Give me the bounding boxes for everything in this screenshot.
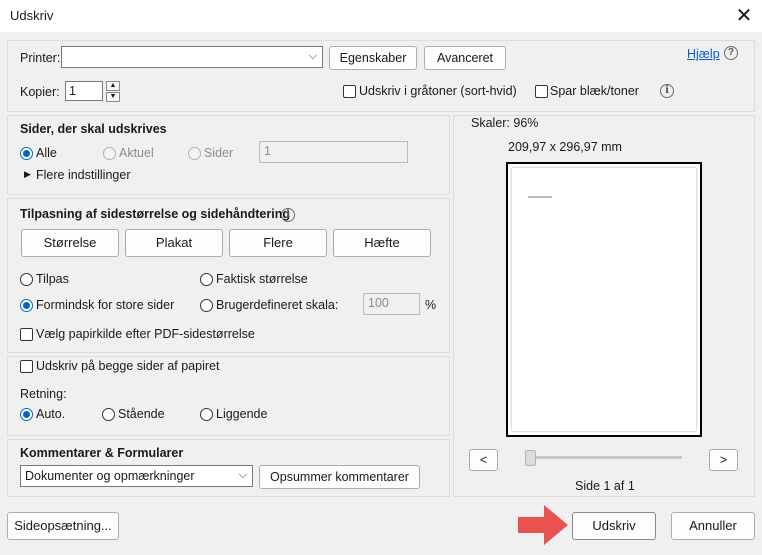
preview-frame — [506, 162, 702, 437]
percent-sign: % — [425, 298, 437, 312]
tab-booklet-button[interactable]: Hæfte — [333, 229, 431, 257]
orientation-auto-radio[interactable] — [20, 408, 33, 421]
pages-range-input[interactable]: 1 — [259, 141, 408, 163]
pages-current-label: Aktuel — [119, 146, 154, 160]
orientation-portrait-radio[interactable] — [102, 408, 115, 421]
chevron-down-icon: ⌵ — [238, 469, 247, 481]
pages-range-radio[interactable] — [188, 147, 201, 160]
page-slider-track[interactable] — [530, 456, 682, 459]
red-arrow-annotation — [518, 505, 568, 545]
copies-up-icon[interactable]: ▲ — [106, 81, 120, 91]
printer-select[interactable]: ⌵ — [61, 46, 323, 68]
close-icon[interactable]: ✕ — [732, 3, 756, 29]
window-title: Udskriv — [10, 8, 54, 23]
actual-size-radio[interactable] — [200, 273, 213, 286]
orientation-portrait-label[interactable]: Stående — [118, 407, 165, 421]
preview-page-text — [528, 196, 552, 198]
paper-source-label[interactable]: Vælg papirkilde efter PDF-sidestørrelse — [36, 327, 255, 341]
tab-multiple-button[interactable]: Flere — [229, 229, 327, 257]
advanced-button[interactable]: Avanceret — [424, 46, 506, 70]
comments-heading: Kommentarer & Formularer — [20, 446, 184, 460]
chevron-down-icon: ⌵ — [308, 50, 317, 62]
expand-triangle-icon[interactable]: ▶ — [24, 169, 31, 180]
page-slider-thumb[interactable] — [525, 450, 536, 466]
both-sides-checkbox[interactable] — [20, 360, 33, 373]
save-ink-checkbox[interactable] — [535, 85, 548, 98]
orientation-landscape-label[interactable]: Liggende — [216, 407, 267, 421]
custom-scale-input[interactable]: 100 — [363, 293, 420, 315]
both-sides-label[interactable]: Udskriv på begge sider af papiret — [36, 359, 219, 373]
actual-size-label[interactable]: Faktisk størrelse — [216, 272, 308, 286]
grayscale-checkbox[interactable] — [343, 85, 356, 98]
cancel-button[interactable]: Annuller — [671, 512, 755, 540]
fit-label[interactable]: Tilpas — [36, 272, 69, 286]
title-bar — [0, 0, 762, 32]
info-icon[interactable]: i — [660, 84, 674, 98]
preview-dimensions: 209,97 x 296,97 mm — [508, 140, 622, 154]
print-button[interactable]: Udskriv — [572, 512, 656, 540]
help-link[interactable]: Hjælp — [687, 47, 720, 61]
save-ink-label[interactable]: Spar blæk/toner — [550, 84, 639, 98]
summarize-comments-button[interactable]: Opsummer kommentarer — [259, 465, 420, 489]
fit-radio[interactable] — [20, 273, 33, 286]
copies-down-icon[interactable]: ▼ — [106, 92, 120, 102]
prev-page-button[interactable]: < — [469, 449, 498, 471]
custom-scale-label[interactable]: Brugerdefineret skala: — [216, 298, 338, 312]
properties-button[interactable]: Egenskaber — [329, 46, 417, 70]
pages-all-radio[interactable] — [20, 147, 33, 160]
tab-poster-button[interactable]: Plakat — [125, 229, 223, 257]
preview-scale-text: Skaler: 96% — [471, 116, 539, 130]
grayscale-label[interactable]: Udskriv i gråtoner (sort-hvid) — [359, 84, 517, 98]
pages-heading: Sider, der skal udskrives — [20, 122, 167, 136]
page-setup-button[interactable]: Sideopsætning... — [7, 512, 119, 540]
preview-page — [512, 168, 696, 431]
copies-input[interactable]: 1 — [65, 81, 103, 101]
copies-label: Kopier: — [20, 85, 60, 99]
comments-select[interactable]: Dokumenter og opmærkninger ⌵ — [20, 465, 253, 487]
printer-label: Printer: — [20, 51, 61, 65]
orientation-label: Retning: — [20, 387, 67, 401]
custom-scale-radio[interactable] — [200, 299, 213, 312]
help-question-icon[interactable]: ? — [724, 46, 738, 60]
more-settings-toggle[interactable]: Flere indstillinger — [36, 168, 130, 182]
shrink-label[interactable]: Formindsk for store sider — [36, 298, 174, 312]
pages-all-label[interactable]: Alle — [36, 146, 57, 160]
pages-range-label: Sider — [204, 146, 234, 160]
shrink-radio[interactable] — [20, 299, 33, 312]
comments-select-value: Dokumenter og opmærkninger — [25, 469, 195, 483]
sizing-info-icon[interactable]: i — [281, 208, 295, 222]
paper-source-checkbox[interactable] — [20, 328, 33, 341]
orientation-auto-label[interactable]: Auto. — [36, 407, 65, 421]
tab-size-button[interactable]: Størrelse — [21, 229, 119, 257]
page-indicator: Side 1 af 1 — [575, 479, 635, 493]
pages-current-radio[interactable] — [103, 147, 116, 160]
sizing-heading: Tilpasning af sidestørrelse og sidehåndt… — [20, 207, 290, 221]
next-page-button[interactable]: > — [709, 449, 738, 471]
orientation-landscape-radio[interactable] — [200, 408, 213, 421]
